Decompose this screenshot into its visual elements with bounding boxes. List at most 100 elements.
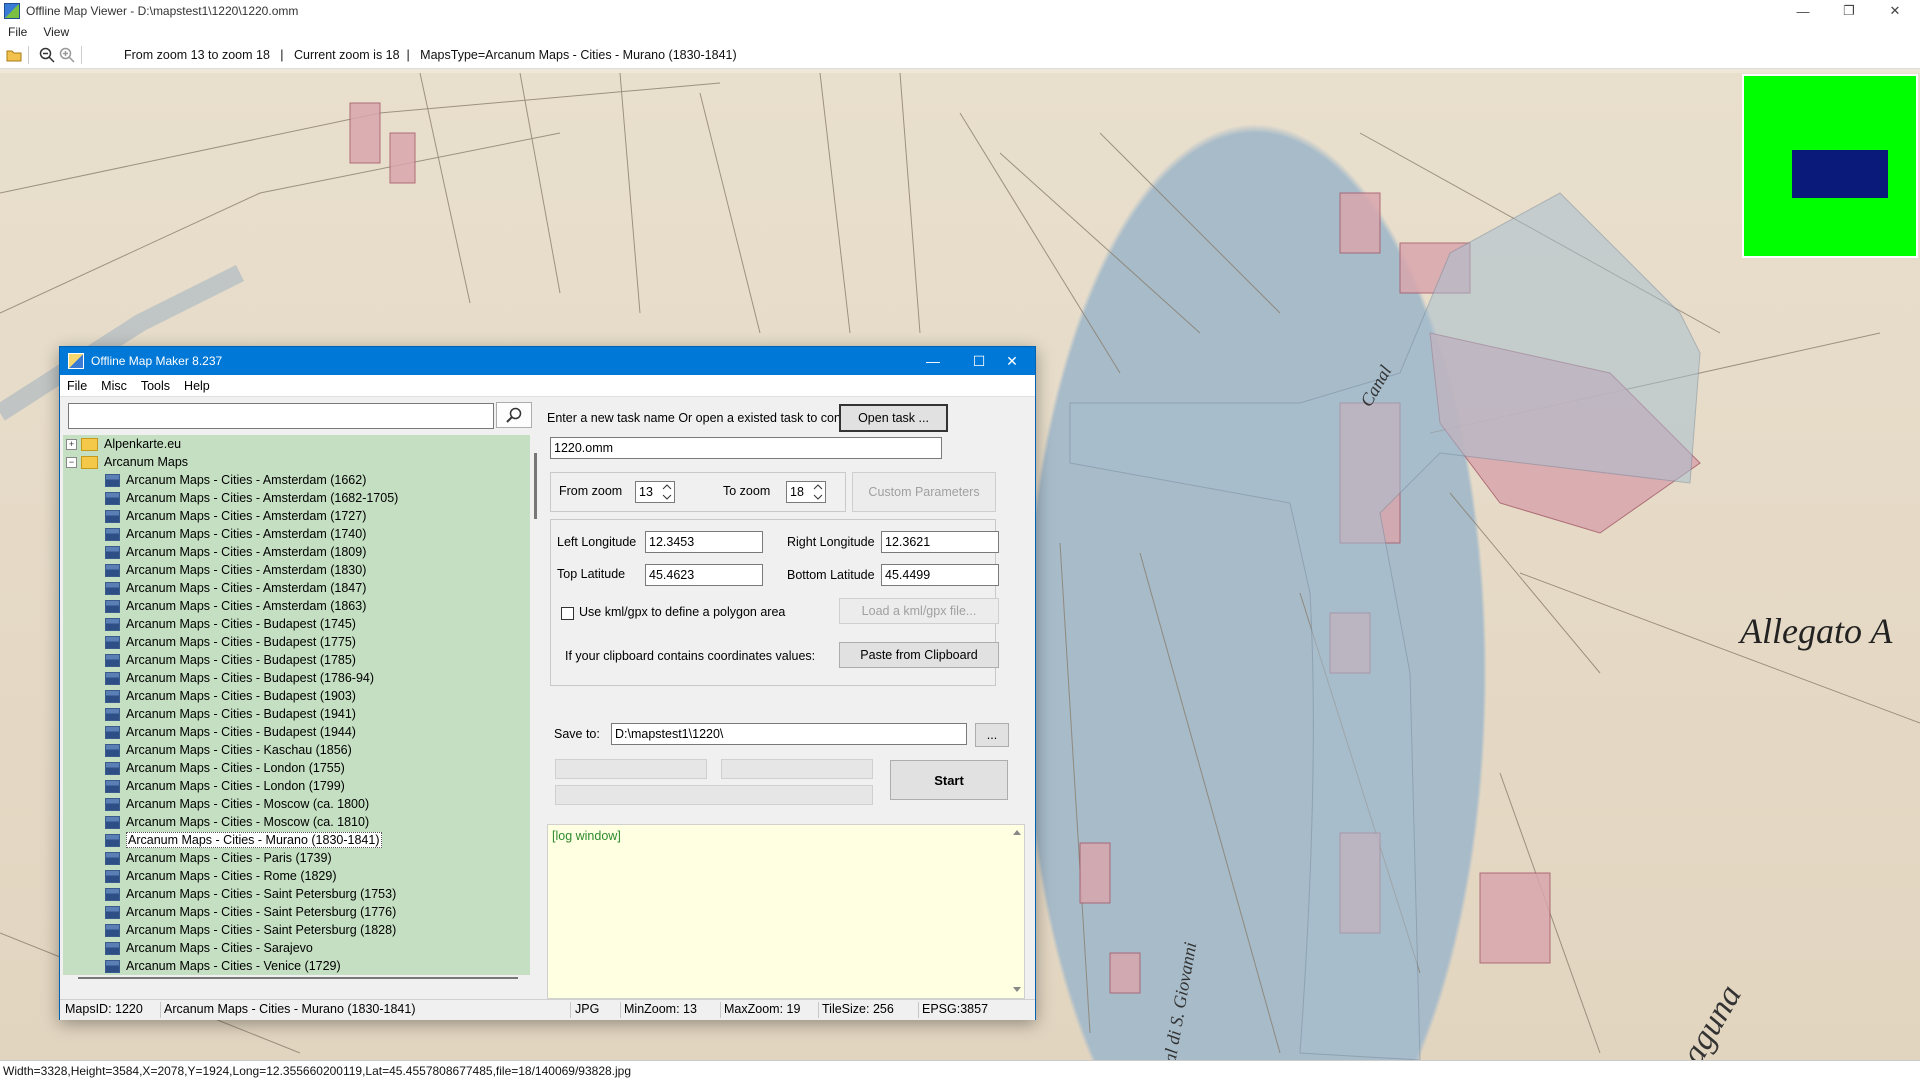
dialog-menu-help[interactable]: Help <box>177 379 217 393</box>
kml-checkbox[interactable] <box>561 607 574 620</box>
left-longitude-input[interactable]: 12.3453 <box>645 531 763 553</box>
dialog-menu-tools[interactable]: Tools <box>134 379 177 393</box>
tree-item[interactable]: Arcanum Maps - Cities - Budapest (1786-9… <box>63 669 530 687</box>
map-search-input[interactable] <box>68 403 494 429</box>
status-map-name: Arcanum Maps - Cities - Murano (1830-184… <box>164 1002 416 1016</box>
paste-clipboard-button[interactable]: Paste from Clipboard <box>839 642 999 668</box>
menu-view[interactable]: View <box>35 25 77 39</box>
tree-folder-alpenkarte[interactable]: + Alpenkarte.eu <box>63 435 530 453</box>
tree-item[interactable]: Arcanum Maps - Cities - Saint Petersburg… <box>63 921 530 939</box>
zoom-range-group: From zoom 13 To zoom 18 <box>550 472 846 512</box>
to-zoom-spin-icon[interactable] <box>812 482 824 502</box>
tree-folder-arcanum[interactable]: − Arcanum Maps <box>63 453 530 471</box>
tree-item[interactable]: Arcanum Maps - Cities - Saint Petersburg… <box>63 903 530 921</box>
map-layer-icon <box>105 959 120 973</box>
bottom-latitude-input[interactable]: 45.4499 <box>881 564 999 586</box>
dialog-minimize-button[interactable]: — <box>910 347 956 375</box>
tree-item[interactable]: Arcanum Maps - Cities - Amsterdam (1662) <box>63 471 530 489</box>
tree-item-label: Arcanum Maps - Cities - Amsterdam (1682-… <box>126 491 399 505</box>
tree-item[interactable]: Arcanum Maps - Cities - Murano (1830-184… <box>63 831 530 849</box>
tree-item[interactable]: Arcanum Maps - Cities - Budapest (1775) <box>63 633 530 651</box>
map-source-tree[interactable]: + Alpenkarte.eu − Arcanum Maps Arcanum M… <box>63 435 530 975</box>
save-to-input[interactable]: D:\mapstest1\1220\ <box>611 723 967 745</box>
map-layer-icon <box>105 473 120 487</box>
custom-parameters-button[interactable]: Custom Parameters <box>852 472 996 512</box>
tree-item-label: Arcanum Maps - Cities - Saint Petersburg… <box>126 923 397 937</box>
status-maps-id: MapsID: 1220 <box>65 1002 143 1016</box>
tree-item[interactable]: Arcanum Maps - Cities - Kaschau (1856) <box>63 741 530 759</box>
tree-item[interactable]: Arcanum Maps - Cities - Budapest (1785) <box>63 651 530 669</box>
close-button[interactable]: ✕ <box>1872 0 1918 22</box>
dialog-close-button[interactable]: ✕ <box>989 347 1035 375</box>
tree-item[interactable]: Arcanum Maps - Cities - Saint Petersburg… <box>63 885 530 903</box>
zoom-out-icon[interactable] <box>37 45 57 65</box>
to-zoom-label: To zoom <box>723 484 771 498</box>
tree-item[interactable]: Arcanum Maps - Cities - Amsterdam (1727) <box>63 507 530 525</box>
window-title: Offline Map Viewer - D:\mapstest1\1220\1… <box>26 4 299 18</box>
tree-item-label: Arcanum Maps - Cities - Amsterdam (1740) <box>126 527 367 541</box>
tree-item[interactable]: Arcanum Maps - Cities - London (1755) <box>63 759 530 777</box>
minimize-button[interactable]: — <box>1780 0 1826 22</box>
minimap-viewport[interactable] <box>1792 150 1888 198</box>
tree-item[interactable]: Arcanum Maps - Cities - Moscow (ca. 1800… <box>63 795 530 813</box>
tree-item[interactable]: Arcanum Maps - Cities - Amsterdam (1830) <box>63 561 530 579</box>
tree-item[interactable]: Arcanum Maps - Cities - Venice (1729) <box>63 957 530 975</box>
status-separator <box>720 1002 721 1018</box>
dialog-menu-file[interactable]: File <box>60 379 94 393</box>
log-window[interactable]: [log window] <box>547 824 1025 999</box>
map-layer-icon <box>105 923 120 937</box>
map-label-canal-s-giovanni: Canal di S. Giovanni <box>1154 941 1200 1060</box>
tree-item[interactable]: Arcanum Maps - Cities - Sarajevo <box>63 939 530 957</box>
menu-file[interactable]: File <box>0 25 35 39</box>
map-layer-icon <box>105 851 120 865</box>
map-layer-icon <box>105 797 120 811</box>
folder-open-icon[interactable] <box>4 45 24 65</box>
tree-item[interactable]: Arcanum Maps - Cities - Amsterdam (1863) <box>63 597 530 615</box>
tree-item-label: Arcanum Maps - Cities - Budapest (1745) <box>126 617 356 631</box>
browse-button[interactable]: ... <box>975 723 1009 747</box>
tree-item[interactable]: Arcanum Maps - Cities - London (1799) <box>63 777 530 795</box>
toolbar-separator <box>81 46 82 64</box>
tree-item[interactable]: Arcanum Maps - Cities - Budapest (1941) <box>63 705 530 723</box>
open-task-button[interactable]: Open task ... <box>839 404 948 432</box>
tree-item[interactable]: Arcanum Maps - Cities - Budapest (1745) <box>63 615 530 633</box>
from-zoom-spin-icon[interactable] <box>661 482 673 502</box>
tree-item-label: Arcanum Maps - Cities - Budapest (1785) <box>126 653 356 667</box>
tree-item[interactable]: Arcanum Maps - Cities - Amsterdam (1682-… <box>63 489 530 507</box>
zoom-in-icon[interactable] <box>57 45 77 65</box>
right-longitude-label: Right Longitude <box>787 535 875 549</box>
tree-item[interactable]: Arcanum Maps - Cities - Rome (1829) <box>63 867 530 885</box>
kml-checkbox-label: Use kml/gpx to define a polygon area <box>579 605 786 619</box>
tree-item[interactable]: Arcanum Maps - Cities - Amsterdam (1847) <box>63 579 530 597</box>
tree-item[interactable]: Arcanum Maps - Cities - Budapest (1903) <box>63 687 530 705</box>
status-epsg: EPSG:3857 <box>922 1002 989 1016</box>
start-button[interactable]: Start <box>890 760 1008 800</box>
load-kml-button[interactable]: Load a kml/gpx file... <box>839 598 999 624</box>
from-zoom-label: From zoom <box>559 484 623 498</box>
task-name-input[interactable]: 1220.omm <box>550 437 942 459</box>
search-icon[interactable] <box>496 402 532 428</box>
top-latitude-input[interactable]: 45.4623 <box>645 564 763 586</box>
main-menubar: File View <box>0 22 1920 42</box>
log-text: [log window] <box>552 829 621 843</box>
tree-item-label: Arcanum Maps - Cities - Murano (1830-184… <box>126 832 382 848</box>
log-scrollbar[interactable] <box>1012 827 1022 997</box>
dialog-menu-misc[interactable]: Misc <box>94 379 134 393</box>
right-longitude-input[interactable]: 12.3621 <box>881 531 999 553</box>
scrollbar-thumb[interactable] <box>534 453 537 519</box>
tree-horizontal-scrollbar[interactable] <box>78 977 518 979</box>
minimap[interactable] <box>1742 74 1918 258</box>
tree-item[interactable]: Arcanum Maps - Cities - Moscow (ca. 1810… <box>63 813 530 831</box>
map-layer-icon <box>105 689 120 703</box>
map-layer-icon <box>105 833 120 847</box>
tree-item[interactable]: Arcanum Maps - Cities - Paris (1739) <box>63 849 530 867</box>
map-layer-icon <box>105 869 120 883</box>
tree-vertical-scrollbar[interactable] <box>532 435 540 975</box>
collapse-icon[interactable]: − <box>66 456 77 468</box>
restore-button[interactable]: ❐ <box>1826 0 1872 22</box>
tree-item[interactable]: Arcanum Maps - Cities - Budapest (1944) <box>63 723 530 741</box>
tree-item[interactable]: Arcanum Maps - Cities - Amsterdam (1809) <box>63 543 530 561</box>
tree-item[interactable]: Arcanum Maps - Cities - Amsterdam (1740) <box>63 525 530 543</box>
status-max-zoom: MaxZoom: 19 <box>724 1002 801 1016</box>
expand-icon[interactable]: + <box>66 438 77 450</box>
